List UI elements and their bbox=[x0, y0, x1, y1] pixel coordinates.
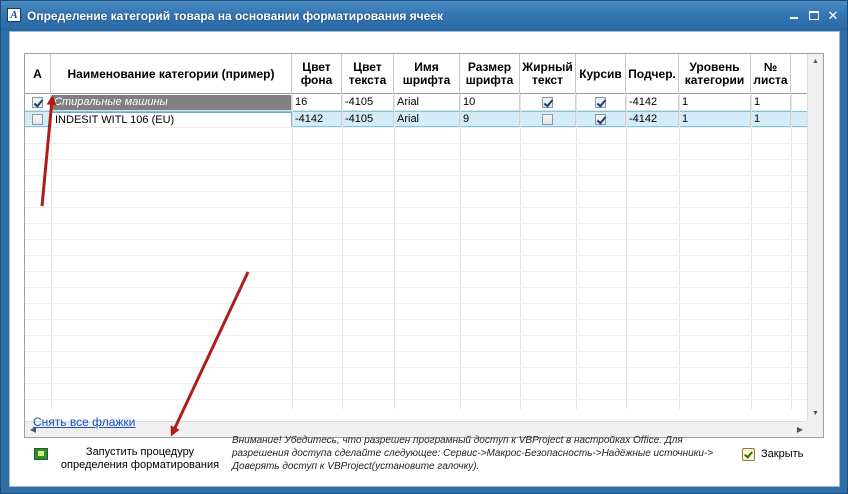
close-check-icon bbox=[742, 448, 755, 461]
grid-line bbox=[25, 303, 808, 304]
grid-line bbox=[576, 94, 577, 409]
grid-line bbox=[394, 94, 395, 409]
maximize-button[interactable] bbox=[807, 9, 821, 23]
grid-line bbox=[25, 399, 808, 400]
grid-header: A Наименование категории (пример) Цвет ф… bbox=[25, 54, 808, 94]
grid-line bbox=[25, 143, 808, 144]
font-name-cell[interactable]: Arial bbox=[394, 95, 460, 111]
close-button[interactable]: Закрыть bbox=[740, 446, 815, 464]
run-procedure-label: Запустить процедуру определения форматир… bbox=[60, 446, 220, 471]
bold-checkbox[interactable] bbox=[542, 97, 553, 108]
row-checkbox-cell[interactable] bbox=[25, 95, 51, 111]
text-color-cell[interactable]: -4105 bbox=[342, 95, 394, 111]
uncheck-all-link[interactable]: Снять все флажки bbox=[33, 415, 135, 429]
scroll-down-icon[interactable]: ▼ bbox=[808, 406, 823, 422]
grid-line bbox=[791, 94, 792, 409]
col-header-bold[interactable]: Жирный текст bbox=[520, 54, 576, 94]
bg-color-cell[interactable]: 16 bbox=[292, 95, 342, 111]
col-header-sheet[interactable]: № листа bbox=[751, 54, 791, 94]
run-procedure-button[interactable]: Запустить процедуру определения форматир… bbox=[30, 438, 222, 478]
font-size-cell[interactable]: 9 bbox=[460, 112, 520, 128]
grid-line bbox=[25, 335, 808, 336]
scrollbar-corner bbox=[807, 421, 823, 437]
row-checkbox[interactable] bbox=[32, 114, 43, 125]
table-row[interactable]: Стиральные машины 16 -4105 Arial 10 -414… bbox=[25, 95, 808, 111]
grid-line bbox=[292, 94, 293, 409]
category-name-cell[interactable]: Стиральные машины bbox=[51, 95, 292, 111]
bold-checkbox[interactable] bbox=[542, 114, 553, 125]
underline-cell[interactable]: -4142 bbox=[626, 112, 679, 128]
col-header-a[interactable]: A bbox=[25, 54, 51, 94]
italic-checkbox[interactable] bbox=[595, 97, 606, 108]
col-header-underline[interactable]: Подчер. bbox=[626, 54, 679, 94]
table-row[interactable]: INDESIT WITL 106 (EU) -4142 -4105 Arial … bbox=[25, 111, 808, 128]
grid-line bbox=[520, 94, 521, 409]
level-cell[interactable]: 1 bbox=[679, 95, 751, 111]
category-name-cell[interactable]: INDESIT WITL 106 (EU) bbox=[51, 112, 292, 128]
grid-line bbox=[460, 94, 461, 409]
underline-cell[interactable]: -4142 bbox=[626, 95, 679, 111]
grid-line bbox=[25, 127, 808, 128]
font-size-cell[interactable]: 10 bbox=[460, 95, 520, 111]
grid-line bbox=[25, 207, 808, 208]
dialog-body: A Наименование категории (пример) Цвет ф… bbox=[9, 31, 840, 487]
title-bar[interactable]: A Определение категорий товара на основа… bbox=[1, 1, 847, 31]
grid-line bbox=[679, 94, 680, 409]
bold-cell[interactable] bbox=[520, 112, 576, 128]
row-checkbox-cell[interactable] bbox=[25, 112, 51, 128]
vertical-scrollbar[interactable]: ▲ ▼ bbox=[807, 54, 823, 422]
grid-line bbox=[25, 191, 808, 192]
scroll-up-icon[interactable]: ▲ bbox=[808, 54, 823, 70]
sheet-cell[interactable]: 1 bbox=[751, 112, 791, 128]
grid-line bbox=[25, 287, 808, 288]
grid-line bbox=[25, 383, 808, 384]
italic-cell[interactable] bbox=[576, 112, 626, 128]
font-name-cell[interactable]: Arial bbox=[394, 112, 460, 128]
col-header-text-color[interactable]: Цвет текста bbox=[342, 54, 394, 94]
window-title: Определение категорий товара на основани… bbox=[27, 9, 443, 23]
grid-line bbox=[51, 94, 52, 409]
grid-line bbox=[25, 239, 808, 240]
col-header-level[interactable]: Уровень категории bbox=[679, 54, 751, 94]
grid-line bbox=[751, 94, 752, 409]
grid-line bbox=[25, 367, 808, 368]
italic-checkbox[interactable] bbox=[595, 114, 606, 125]
grid-line bbox=[25, 175, 808, 176]
grid-line bbox=[25, 319, 808, 320]
minimize-button[interactable] bbox=[787, 9, 801, 23]
scroll-right-icon[interactable]: ▶ bbox=[792, 422, 808, 437]
maximize-icon bbox=[809, 11, 819, 20]
close-window-button[interactable]: ✕ bbox=[826, 9, 840, 23]
grid-line bbox=[626, 94, 627, 409]
level-cell[interactable]: 1 bbox=[679, 112, 751, 128]
grid-line bbox=[342, 94, 343, 409]
bg-color-cell[interactable]: -4142 bbox=[292, 112, 342, 128]
italic-cell[interactable] bbox=[576, 95, 626, 111]
excel-run-icon bbox=[34, 448, 48, 460]
minimize-icon bbox=[790, 17, 798, 19]
col-header-bg-color[interactable]: Цвет фона bbox=[292, 54, 342, 94]
grid-line bbox=[25, 223, 808, 224]
grid-line bbox=[25, 159, 808, 160]
category-grid[interactable]: A Наименование категории (пример) Цвет ф… bbox=[24, 53, 824, 438]
row-checkbox[interactable] bbox=[32, 97, 43, 108]
text-color-cell[interactable]: -4105 bbox=[342, 112, 394, 128]
sheet-cell[interactable]: 1 bbox=[751, 95, 791, 111]
vbproject-warning-note: Внимание! Убедитесь, что разрешен програ… bbox=[232, 435, 714, 472]
col-header-font-size[interactable]: Размер шрифта bbox=[460, 54, 520, 94]
close-button-label: Закрыть bbox=[761, 448, 804, 460]
bold-cell[interactable] bbox=[520, 95, 576, 111]
col-header-font-name[interactable]: Имя шрифта bbox=[394, 54, 460, 94]
app-window: A Определение категорий товара на основа… bbox=[0, 0, 848, 494]
col-header-italic[interactable]: Курсив bbox=[576, 54, 626, 94]
grid-line bbox=[25, 271, 808, 272]
grid-line bbox=[25, 255, 808, 256]
grid-line bbox=[25, 351, 808, 352]
col-header-name[interactable]: Наименование категории (пример) bbox=[51, 54, 292, 94]
app-icon: A bbox=[7, 8, 21, 22]
